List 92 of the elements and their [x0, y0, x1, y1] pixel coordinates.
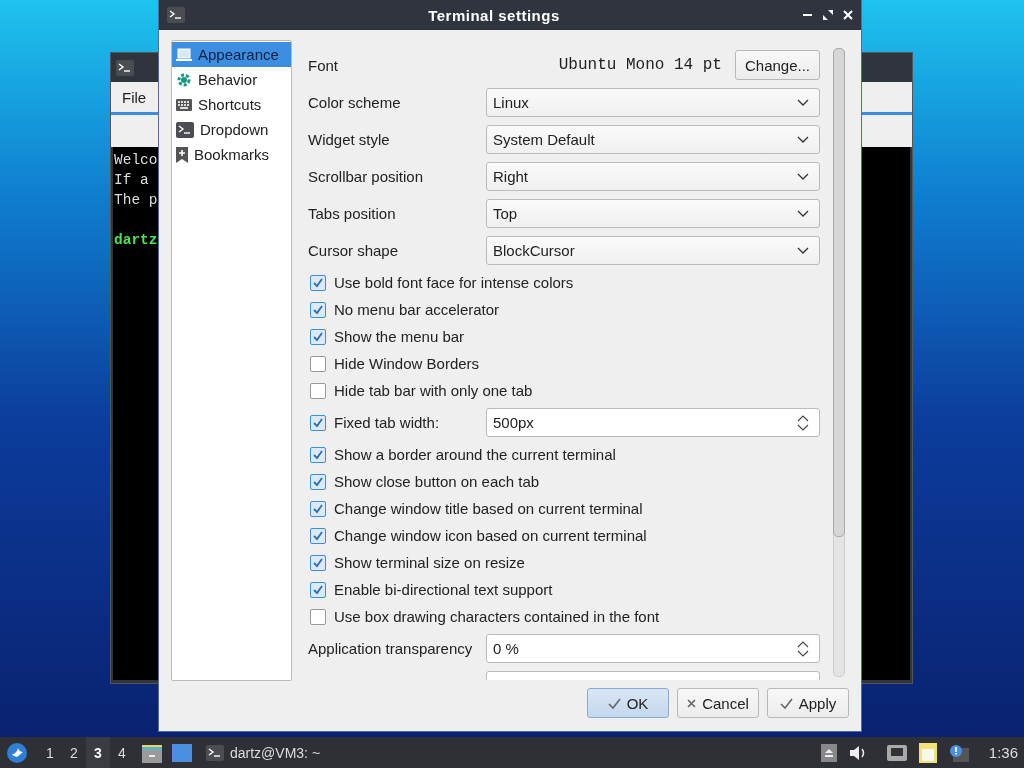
chevron-down-icon[interactable] — [797, 135, 809, 144]
terminal-icon — [116, 59, 134, 76]
font-value: Ubuntu Mono 14 pt — [557, 56, 723, 74]
field-label: Color scheme — [308, 94, 402, 111]
close-icon — [687, 698, 697, 708]
ok-button[interactable]: OK — [587, 688, 669, 718]
dropdown[interactable]: Top — [486, 199, 820, 228]
checkbox[interactable] — [310, 274, 326, 291]
dropdown[interactable]: System Default — [486, 125, 820, 154]
workspace-button[interactable]: 3 — [86, 737, 110, 768]
bookmark-icon — [176, 146, 188, 163]
keyboard-icon — [176, 98, 192, 111]
maximize-icon[interactable] — [823, 10, 833, 20]
volume-icon[interactable] — [848, 744, 867, 761]
sidebar-item[interactable]: Bookmarks — [172, 142, 291, 167]
field-label: Application transparency — [308, 640, 474, 657]
checkbox[interactable] — [310, 473, 326, 490]
checkbox[interactable] — [310, 581, 326, 598]
workspace-button[interactable]: 1 — [38, 737, 62, 768]
sidebar-item[interactable]: Dropdown — [172, 117, 291, 142]
checkbox[interactable] — [310, 301, 326, 318]
scrollbar-thumb[interactable] — [833, 48, 845, 537]
terminal-icon — [176, 121, 194, 138]
dropdown[interactable]: BlockCursor — [486, 236, 820, 265]
checkbox-label[interactable]: Fixed tab width: — [334, 414, 440, 431]
checkbox[interactable] — [310, 608, 326, 625]
terminal-icon — [167, 7, 185, 23]
chevron-down-icon[interactable] — [797, 98, 809, 107]
gear-icon — [176, 71, 192, 88]
start-menu-icon[interactable] — [6, 741, 28, 764]
notes-icon[interactable] — [918, 742, 937, 763]
checkbox[interactable] — [310, 446, 326, 463]
checkbox-label[interactable]: Hide tab bar with only one tab — [334, 382, 533, 399]
workspace-button[interactable]: 2 — [62, 737, 86, 768]
spin-arrows-icon[interactable] — [797, 639, 809, 658]
checkbox-label[interactable]: Show the menu bar — [334, 328, 465, 345]
checkbox[interactable] — [310, 527, 326, 544]
checkbox-label[interactable]: Show terminal size on resize — [334, 554, 525, 571]
checkbox-label[interactable]: Show close button on each tab — [334, 473, 540, 490]
terminal-text: If a — [114, 172, 149, 188]
checkbox-label[interactable]: Change window title based on current terminal — [334, 500, 643, 517]
chevron-down-icon[interactable] — [797, 172, 809, 181]
menu-item[interactable]: File — [117, 88, 152, 106]
checkbox[interactable] — [310, 554, 326, 571]
clock[interactable]: 1:36 — [988, 744, 1018, 761]
sidebar-item[interactable]: Appearance — [172, 42, 291, 67]
spin-box[interactable]: 0 % — [486, 634, 820, 663]
checkbox-label[interactable]: Hide Window Borders — [334, 355, 480, 372]
field-label: Scrollbar position — [308, 168, 425, 185]
window-title: Terminal settings — [427, 6, 561, 24]
terminal-icon — [206, 744, 224, 761]
check-icon — [607, 697, 621, 709]
checkbox[interactable] — [310, 382, 326, 399]
window-icon[interactable] — [172, 743, 192, 762]
monitor-icon — [176, 47, 192, 62]
sidebar-item[interactable]: Behavior — [172, 67, 291, 92]
check-icon — [779, 697, 793, 709]
cancel-button[interactable]: Cancel — [677, 688, 759, 718]
checkbox-label[interactable]: Enable bi-directional text support — [334, 581, 553, 598]
checkbox-label[interactable]: No menu bar accelerator — [334, 301, 500, 318]
chevron-down-icon[interactable] — [797, 246, 809, 255]
terminal-text: Welco — [114, 152, 158, 168]
checkbox-label[interactable]: Use bold font face for intense colors — [334, 274, 574, 291]
checkbox[interactable] — [310, 328, 326, 345]
eject-icon[interactable] — [820, 743, 837, 762]
file-cabinet-icon[interactable] — [142, 742, 162, 763]
checkbox[interactable] — [310, 414, 326, 431]
field-label: Widget style — [308, 131, 391, 148]
dropdown[interactable]: Linux — [486, 88, 820, 117]
change-button[interactable]: Change... — [734, 50, 820, 80]
checkbox-label[interactable]: Show a border around the current terminal — [334, 446, 616, 463]
prompt-text: dartz — [114, 232, 158, 248]
spin-box[interactable]: 500px — [486, 408, 820, 437]
chevron-down-icon[interactable] — [797, 209, 809, 218]
dropdown[interactable]: Right — [486, 162, 820, 191]
sidebar-item[interactable]: Shortcuts — [172, 92, 291, 117]
checkbox[interactable] — [310, 500, 326, 517]
field-label: Tabs position — [308, 205, 397, 222]
field-label: Cursor shape — [308, 242, 400, 259]
terminal-text: The p — [114, 192, 158, 208]
checkbox-label[interactable]: Use box drawing characters contained in the font — [334, 608, 660, 625]
close-icon[interactable] — [843, 10, 853, 20]
network-icon[interactable] — [886, 744, 907, 761]
field-label: Font — [308, 56, 339, 74]
checkbox[interactable] — [310, 355, 326, 372]
taskbar-task[interactable]: dartz@VM3: ~ — [206, 744, 321, 761]
workspace-button[interactable]: 4 — [110, 737, 134, 768]
scrollbar[interactable] — [833, 48, 845, 677]
apply-button[interactable]: Apply — [767, 688, 849, 718]
notification-icon[interactable] — [948, 743, 969, 762]
checkbox-label[interactable]: Change window icon based on current terminal — [334, 527, 647, 544]
spin-arrows-icon[interactable] — [797, 413, 809, 432]
